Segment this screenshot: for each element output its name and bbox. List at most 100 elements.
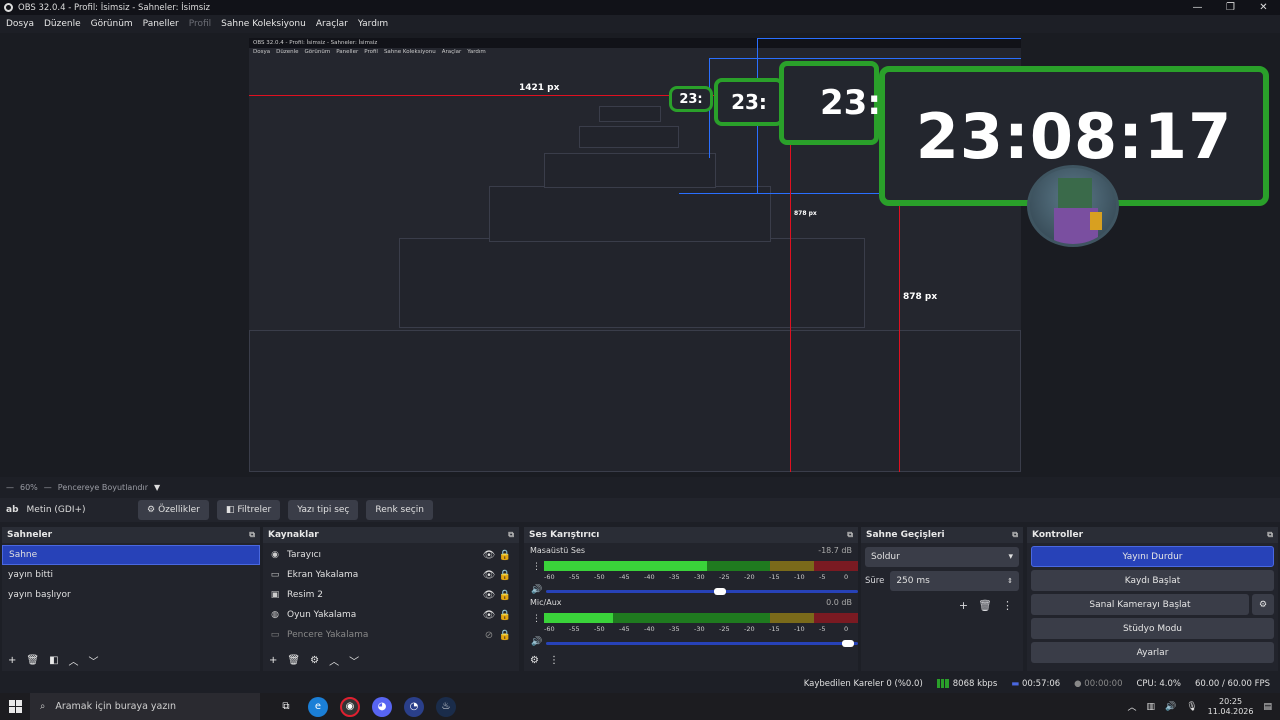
network-icon[interactable]: ▥ bbox=[1147, 702, 1156, 712]
transition-select[interactable]: Soldur ▾ bbox=[865, 547, 1019, 567]
scale-tick: -55 bbox=[569, 625, 580, 633]
close-button[interactable]: ✕ bbox=[1247, 0, 1280, 15]
settings-button[interactable]: Ayarlar bbox=[1031, 642, 1274, 663]
volume-slider[interactable] bbox=[546, 640, 858, 647]
scale-tick: -45 bbox=[619, 625, 630, 633]
record-icon: ● bbox=[1074, 679, 1085, 689]
scale-tick: -10 bbox=[794, 625, 805, 633]
lock-icon[interactable]: 🔒 bbox=[497, 590, 513, 601]
eye-icon[interactable]: 👁 bbox=[481, 550, 497, 561]
filters-button[interactable]: ◧ Filtreler bbox=[216, 500, 281, 520]
chevron-down-icon: ▾ bbox=[1008, 552, 1013, 562]
properties-button[interactable]: ⚙ Özellikler bbox=[138, 500, 209, 520]
trash-icon[interactable]: 🗑 bbox=[287, 655, 300, 666]
source-row[interactable]: ◍ Oyun Yakalama 👁 🔒 bbox=[263, 605, 519, 625]
taskbar-clock[interactable]: 20:25 11.04.2026 bbox=[1208, 697, 1254, 717]
volume-icon[interactable]: 🔊 bbox=[1165, 702, 1176, 712]
eye-icon[interactable]: 👁 bbox=[481, 570, 497, 581]
move-up-icon[interactable]: ︿ bbox=[329, 653, 339, 668]
virtual-camera-settings-icon[interactable]: ⚙ bbox=[1252, 594, 1274, 615]
zoom-mode[interactable]: Pencereye Boyutlandır bbox=[58, 483, 148, 492]
notifications-icon[interactable]: ▤ bbox=[1263, 702, 1272, 712]
source-row[interactable]: ▭ Ekran Yakalama 👁 🔒 bbox=[263, 565, 519, 585]
audio-mixer-dock: Ses Karıştırıcı ⧉ Masaüstü Ses -18.7 dB ⋮ … bbox=[524, 527, 858, 671]
studio-mode-button[interactable]: Stüdyo Modu bbox=[1031, 618, 1274, 639]
eye-hidden-icon[interactable]: ⊘ bbox=[481, 630, 497, 641]
undock-icon[interactable]: ⧉ bbox=[847, 530, 853, 540]
mixer-menu-icon[interactable]: ⋮ bbox=[549, 655, 559, 666]
add-scene-icon[interactable]: + bbox=[8, 655, 16, 666]
task-view-icon[interactable]: ⧉ bbox=[276, 697, 296, 717]
edge-icon[interactable]: e bbox=[308, 696, 328, 717]
nested-capture-3 bbox=[544, 153, 716, 188]
obs-taskbar-icon[interactable]: ◉ bbox=[340, 696, 360, 717]
steam-icon[interactable]: ♨ bbox=[436, 696, 456, 717]
zoom-level[interactable]: 60% bbox=[20, 483, 38, 492]
undock-icon[interactable]: ⧉ bbox=[249, 530, 255, 540]
scene-item-yayin-basliyor[interactable]: yayın başlıyor bbox=[2, 585, 260, 605]
add-transition-icon[interactable]: + bbox=[959, 599, 968, 612]
eye-icon[interactable]: 👁 bbox=[481, 590, 497, 601]
eye-icon[interactable]: 👁 bbox=[481, 610, 497, 621]
menu-paneller[interactable]: Paneller bbox=[143, 19, 179, 29]
menu-gorunum[interactable]: Görünüm bbox=[91, 19, 133, 29]
preview-area[interactable]: OBS 32.0.4 - Profil: İsimsiz - Sahneler:… bbox=[0, 33, 1280, 477]
trash-icon[interactable]: 🗑 bbox=[978, 599, 992, 612]
tray-overflow-icon[interactable]: ︿ bbox=[1127, 700, 1136, 713]
zoom-minus-icon[interactable]: — bbox=[6, 483, 14, 492]
start-virtual-camera-button[interactable]: Sanal Kamerayı Başlat bbox=[1031, 594, 1249, 615]
select-color-button[interactable]: Renk seçin bbox=[366, 500, 433, 520]
volume-knob[interactable] bbox=[842, 640, 854, 647]
add-source-icon[interactable]: + bbox=[269, 655, 277, 666]
duration-spinbox[interactable]: 250 ms ⇕ bbox=[890, 571, 1019, 591]
scene-item-yayin-bitti[interactable]: yayın bitti bbox=[2, 565, 260, 585]
lock-icon[interactable]: 🔒 bbox=[497, 610, 513, 621]
maximize-button[interactable]: ❐ bbox=[1214, 0, 1247, 15]
channel-menu-icon[interactable]: ⋮ bbox=[532, 614, 541, 624]
menu-duzenle[interactable]: Düzenle bbox=[44, 19, 81, 29]
menu-profil[interactable]: Profil bbox=[189, 19, 211, 29]
lock-icon[interactable]: 🔒 bbox=[497, 550, 513, 561]
select-font-button[interactable]: Yazı tipi seç bbox=[288, 500, 359, 520]
undock-icon[interactable]: ⧉ bbox=[508, 530, 514, 540]
move-up-icon[interactable]: ︿ bbox=[69, 653, 79, 668]
speaker-icon[interactable]: 🔊 bbox=[531, 585, 542, 595]
volume-knob[interactable] bbox=[714, 588, 726, 595]
stop-streaming-button[interactable]: Yayını Durdur bbox=[1031, 546, 1274, 567]
lock-icon[interactable]: 🔒 bbox=[497, 570, 513, 581]
menu-araclar[interactable]: Araçlar bbox=[316, 19, 348, 29]
windows-start-button[interactable] bbox=[0, 693, 30, 720]
undock-icon[interactable]: ⧉ bbox=[1012, 530, 1018, 540]
start-recording-button[interactable]: Kaydı Başlat bbox=[1031, 570, 1274, 591]
zoom-plus-icon[interactable]: — bbox=[44, 483, 52, 492]
volume-slider[interactable] bbox=[546, 588, 858, 595]
app-icon[interactable]: ◔ bbox=[404, 696, 424, 717]
move-down-icon[interactable]: ﹀ bbox=[89, 653, 99, 668]
menu-sahne-koleksiyonu[interactable]: Sahne Koleksiyonu bbox=[221, 19, 306, 29]
scene-item-sahne[interactable]: Sahne bbox=[2, 545, 260, 565]
speaker-icon[interactable]: 🔊 bbox=[531, 637, 542, 647]
taskbar-search[interactable]: ⌕ Aramak için buraya yazın bbox=[30, 693, 260, 720]
advanced-audio-icon[interactable]: ⚙ bbox=[530, 655, 539, 666]
signal-bars-icon bbox=[936, 679, 949, 688]
gear-icon[interactable]: ⚙ bbox=[310, 655, 319, 666]
menu-yardim[interactable]: Yardım bbox=[358, 19, 388, 29]
source-row[interactable]: ◉ Tarayıcı 👁 🔒 bbox=[263, 545, 519, 565]
move-down-icon[interactable]: ﹀ bbox=[349, 653, 359, 668]
microphone-icon[interactable]: 🎙 bbox=[1186, 702, 1197, 712]
trash-icon[interactable]: 🗑 bbox=[26, 655, 39, 666]
windows-taskbar: ⌕ Aramak için buraya yazın ⧉ e ◉ ◕ ◔ ♨ ︿… bbox=[0, 693, 1280, 720]
undock-icon[interactable]: ⧉ bbox=[1267, 530, 1273, 540]
height-label-small: 878 px bbox=[794, 210, 817, 217]
menu-dosya[interactable]: Dosya bbox=[6, 19, 34, 29]
transition-menu-icon[interactable]: ⋮ bbox=[1002, 599, 1013, 612]
source-row[interactable]: ▭ Pencere Yakalama ⊘ 🔒 bbox=[263, 625, 519, 645]
zoom-mode-dropdown-icon[interactable]: ▼ bbox=[154, 483, 160, 492]
channel-menu-icon[interactable]: ⋮ bbox=[532, 562, 541, 572]
lock-icon[interactable]: 🔒 bbox=[497, 630, 513, 641]
source-row[interactable]: ▣ Resim 2 👁 🔒 bbox=[263, 585, 519, 605]
preview-zoom-bar: — 60% — Pencereye Boyutlandır ▼ bbox=[0, 478, 1280, 496]
discord-icon[interactable]: ◕ bbox=[372, 696, 392, 717]
minimize-button[interactable]: — bbox=[1181, 0, 1214, 15]
scene-filter-icon[interactable]: ◧ bbox=[49, 655, 58, 666]
